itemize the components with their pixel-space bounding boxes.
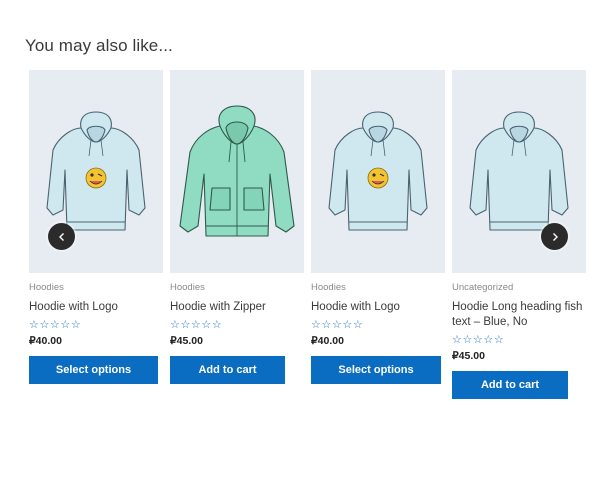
product-card: Hoodies Hoodie with Zipper ☆☆☆☆☆ ₽45.00 … <box>170 70 304 384</box>
rating-stars: ☆☆☆☆☆ <box>29 319 82 331</box>
product-price: ₽45.00 <box>452 350 485 362</box>
hoodie-with-zipper-image <box>179 105 295 237</box>
carousel-prev-button[interactable] <box>48 223 75 250</box>
product-title[interactable]: Hoodie with Logo <box>29 300 163 315</box>
product-card: Hoodies Hoodie with Logo ☆☆☆☆☆ ₽40.00 Se… <box>311 70 445 384</box>
chevron-left-icon <box>58 232 64 241</box>
product-title[interactable]: Hoodie with Zipper <box>170 300 304 315</box>
chevron-right-icon <box>552 232 558 241</box>
product-category[interactable]: Hoodies <box>29 282 163 295</box>
product-price: ₽40.00 <box>29 335 62 347</box>
product-category[interactable]: Hoodies <box>311 282 445 295</box>
product-card: Hoodies Hoodie with Logo ☆☆☆☆☆ ₽40.00 Se… <box>29 70 163 384</box>
related-products-carousel: Hoodies Hoodie with Logo ☆☆☆☆☆ ₽40.00 Se… <box>0 0 609 485</box>
add-to-cart-button[interactable]: Add to cart <box>170 356 285 384</box>
product-image[interactable] <box>311 70 445 273</box>
select-options-button[interactable]: Select options <box>311 356 441 384</box>
add-to-cart-button[interactable]: Add to cart <box>452 371 568 399</box>
select-options-button[interactable]: Select options <box>29 356 158 384</box>
product-title[interactable]: Hoodie Long heading fish text – Blue, No <box>452 300 586 330</box>
rating-stars: ☆☆☆☆☆ <box>170 319 223 331</box>
rating-stars: ☆☆☆☆☆ <box>452 334 505 346</box>
product-title[interactable]: Hoodie with Logo <box>311 300 445 315</box>
product-price: ₽45.00 <box>170 335 203 347</box>
product-price: ₽40.00 <box>311 335 344 347</box>
product-image[interactable] <box>170 70 304 273</box>
product-category[interactable]: Hoodies <box>170 282 304 295</box>
product-category[interactable]: Uncategorized <box>452 282 586 295</box>
rating-stars: ☆☆☆☆☆ <box>311 319 364 331</box>
carousel-next-button[interactable] <box>541 223 568 250</box>
hoodie-with-logo-image <box>328 111 428 231</box>
